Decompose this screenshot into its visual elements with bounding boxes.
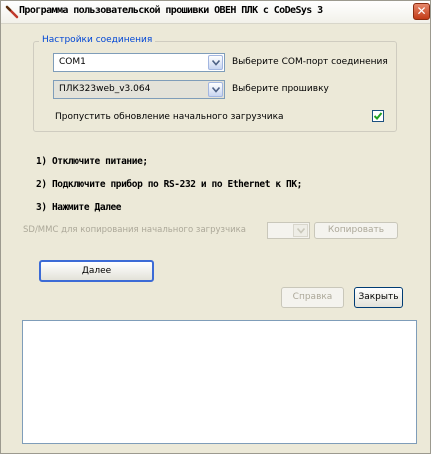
chevron-down-icon[interactable] [293, 224, 308, 237]
checkmark-icon [373, 112, 383, 120]
firmware-value: ПЛК323web_v3.064 [59, 84, 151, 94]
main-window: Программа пользовательской прошивки ОВЕН… [0, 0, 431, 454]
connection-settings-title: Настройки соединения [39, 35, 156, 45]
help-button[interactable]: Справка [281, 287, 344, 308]
com-port-select[interactable]: COM1 [53, 53, 225, 72]
pen-icon [4, 4, 20, 20]
firmware-label: Выберите прошивку [232, 84, 329, 94]
skip-bootloader-label: Пропустить обновление начального загрузч… [55, 112, 284, 122]
sdmmc-label: SD/MMC для копирования начального загруз… [23, 225, 246, 235]
next-button[interactable]: Далее [39, 260, 154, 282]
step-2-text: 2) Подключите прибор по RS-232 и по Ethe… [36, 179, 302, 190]
title-bar[interactable]: Программа пользовательской прошивки ОВЕН… [1, 1, 430, 24]
step-3-text: 3) Нажмите Далее [36, 202, 122, 213]
chevron-down-icon[interactable] [208, 82, 223, 97]
close-icon[interactable]: ✕ [413, 3, 430, 20]
output-log[interactable] [22, 320, 417, 444]
com-port-label: Выберите COM-порт соединения [232, 57, 388, 67]
chevron-down-icon[interactable] [208, 55, 223, 70]
step-1-text: 1) Отключите питание; [36, 156, 148, 167]
skip-bootloader-checkbox[interactable] [372, 110, 384, 122]
close-button[interactable]: Закрыть [354, 287, 403, 308]
copy-button[interactable]: Копировать [314, 222, 398, 239]
com-port-value: COM1 [59, 57, 86, 67]
firmware-select[interactable]: ПЛК323web_v3.064 [53, 80, 225, 99]
sdmmc-select[interactable] [267, 222, 310, 239]
window-title: Программа пользовательской прошивки ОВЕН… [19, 5, 323, 16]
